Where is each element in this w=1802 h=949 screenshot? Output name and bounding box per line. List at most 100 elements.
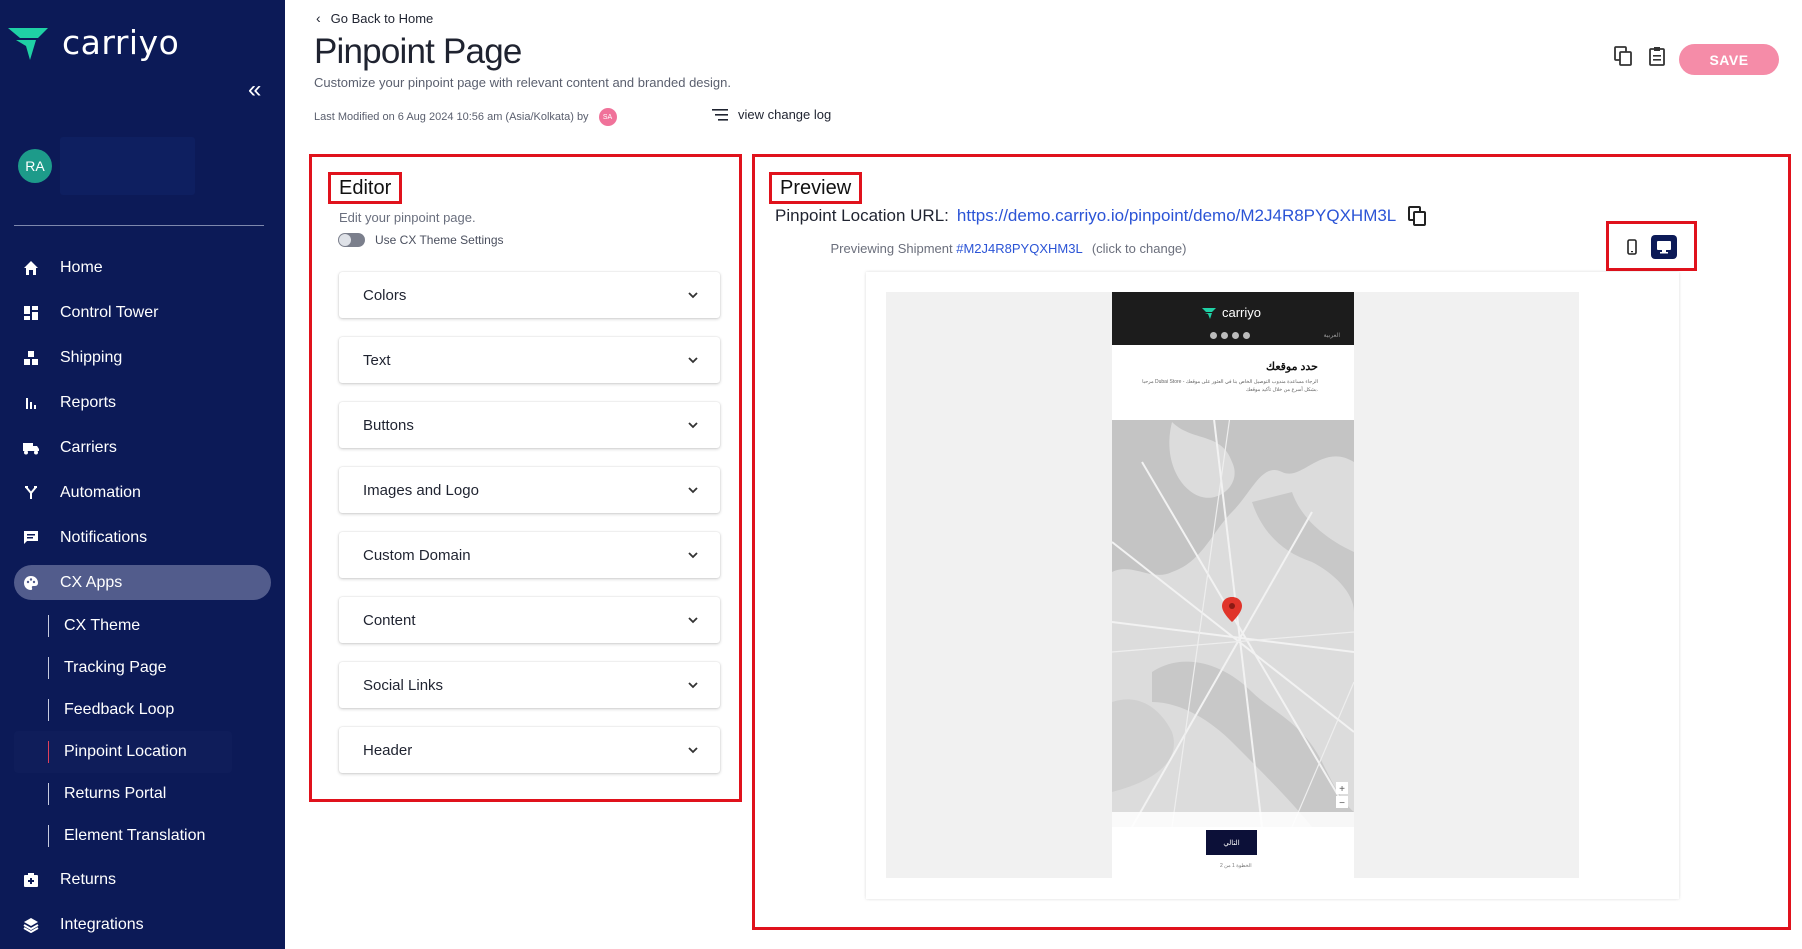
go-back-link[interactable]: ‹ Go Back to Home xyxy=(316,10,433,26)
preview-title: Preview xyxy=(769,172,863,204)
sidebar-subitem-label: Returns Portal xyxy=(64,785,167,802)
sidebar-item-returns[interactable]: Returns xyxy=(0,857,285,902)
user-name-placeholder xyxy=(60,137,195,195)
preview-viewport: carriyo العربية حدد موقعك مرحبا Dubai St… xyxy=(886,292,1579,878)
sidebar-item-control-tower[interactable]: Control Tower xyxy=(0,290,285,335)
desktop-view-button[interactable] xyxy=(1651,235,1677,259)
sidebar-subitem-feedback-loop[interactable]: Feedback Loop xyxy=(0,689,285,731)
sidebar-subitem-label: Tracking Page xyxy=(64,659,167,676)
chevron-left-icon: ‹ xyxy=(316,10,321,26)
accordion-images-and-logo[interactable]: Images and Logo xyxy=(339,467,720,513)
fork-icon xyxy=(22,484,40,502)
sidebar-item-label: CX Apps xyxy=(60,573,123,591)
sidebar-item-label: Integrations xyxy=(60,915,144,933)
accordion-label: Text xyxy=(363,351,391,369)
sidebar-subitem-label: Pinpoint Location xyxy=(64,743,187,760)
accordion-text[interactable]: Text xyxy=(339,337,720,383)
list-icon xyxy=(712,108,728,121)
shipment-id-link[interactable]: #M2J4R8PYQXHM3L xyxy=(956,241,1082,256)
save-button[interactable]: SAVE xyxy=(1679,44,1779,75)
accordion-buttons[interactable]: Buttons xyxy=(339,402,720,448)
accordion-label: Images and Logo xyxy=(363,481,479,499)
previewing-shipment: Previewing Shipment #M2J4R8PYQXHM3L (cli… xyxy=(0,241,1802,256)
chevron-down-icon xyxy=(686,678,700,692)
mobile-view-button[interactable] xyxy=(1619,235,1645,259)
sidebar-item-label: Returns xyxy=(60,870,117,888)
sidebar-nav: Home Control Tower Shipping Reports Carr… xyxy=(0,245,285,947)
collapse-sidebar-icon[interactable]: « xyxy=(248,76,261,104)
sidebar-item-reports[interactable]: Reports xyxy=(0,380,285,425)
page-subtitle: Customize your pinpoint page with releva… xyxy=(314,75,731,90)
carriyo-logo[interactable]: carriyo xyxy=(8,22,179,62)
sidebar-subitem-cx-theme[interactable]: CX Theme xyxy=(0,605,285,647)
chevron-down-icon xyxy=(686,548,700,562)
duplicate-icon[interactable] xyxy=(1614,46,1634,68)
mini-description: مرحبا Dubai Store - الرجاء مساعدة مندوب … xyxy=(1142,379,1318,393)
facebook-icon xyxy=(1232,332,1239,339)
view-change-log-label: view change log xyxy=(738,107,832,122)
last-modified: Last Modified on 6 Aug 2024 10:56 am (As… xyxy=(314,108,617,126)
sidebar-item-integrations[interactable]: Integrations xyxy=(0,902,285,947)
sidebar-subitem-tracking-page[interactable]: Tracking Page xyxy=(0,647,285,689)
last-modified-text: Last Modified on 6 Aug 2024 10:56 am (As… xyxy=(314,111,589,123)
desktop-monitor-icon xyxy=(1657,241,1671,254)
view-change-log-link[interactable]: view change log xyxy=(712,107,831,122)
chevron-down-icon xyxy=(686,418,700,432)
sidebar-item-label: Automation xyxy=(60,483,141,501)
chevron-down-icon xyxy=(686,483,700,497)
map-graphic: + − xyxy=(1112,402,1354,827)
clipboard-icon[interactable] xyxy=(1648,46,1668,68)
dashboard-icon xyxy=(22,304,40,322)
accordion-content[interactable]: Content xyxy=(339,597,720,643)
sidebar-subitem-returns-portal[interactable]: Returns Portal xyxy=(0,773,285,815)
mini-step-indicator: الخطوة 1 من 2 xyxy=(1220,863,1252,869)
sidebar-item-carriers[interactable]: Carriers xyxy=(0,425,285,470)
sidebar-item-label: Carriers xyxy=(60,438,117,456)
mini-pinpoint-page: carriyo العربية حدد موقعك مرحبا Dubai St… xyxy=(1112,292,1354,878)
palette-icon xyxy=(22,574,40,592)
layers-icon xyxy=(22,916,40,934)
page-title: Pinpoint Page xyxy=(314,32,522,71)
sidebar-item-shipping[interactable]: Shipping xyxy=(0,335,285,380)
mini-language-switch: العربية xyxy=(1323,333,1340,339)
sidebar-item-label: Reports xyxy=(60,393,117,411)
sidebar-subitem-element-translation[interactable]: Element Translation xyxy=(0,815,285,857)
chevron-down-icon xyxy=(686,353,700,367)
chat-icon xyxy=(22,529,40,547)
accordion-label: Content xyxy=(363,611,416,629)
accordion-colors[interactable]: Colors xyxy=(339,272,720,318)
shipment-change-hint: (click to change) xyxy=(1091,241,1187,256)
sidebar-item-cx-apps[interactable]: CX Apps xyxy=(14,565,271,600)
home-icon xyxy=(22,259,40,277)
carriyo-logo-icon xyxy=(8,28,48,60)
user-avatar: RA xyxy=(18,149,52,183)
sidebar-item-label: Control Tower xyxy=(60,303,159,321)
editor-title: Editor xyxy=(328,172,403,204)
sidebar-item-automation[interactable]: Automation xyxy=(0,470,285,515)
svg-text:+: + xyxy=(1339,784,1345,795)
sidebar-subitem-pinpoint-location[interactable]: Pinpoint Location xyxy=(14,731,232,773)
chevron-down-icon xyxy=(686,613,700,627)
go-back-label: Go Back to Home xyxy=(330,10,434,26)
header-actions xyxy=(1614,46,1668,68)
sidebar-divider xyxy=(14,225,264,226)
accordion-label: Custom Domain xyxy=(363,546,471,564)
accordion-label: Colors xyxy=(363,286,407,304)
mini-brand-name: carriyo xyxy=(1222,305,1262,320)
accordion-header[interactable]: Header xyxy=(339,727,720,773)
user-profile[interactable]: RA xyxy=(18,137,195,195)
accordion-social-links[interactable]: Social Links xyxy=(339,662,720,708)
instagram-icon xyxy=(1243,332,1250,339)
mini-logo-icon xyxy=(1202,307,1216,319)
brand-name: carriyo xyxy=(62,22,180,62)
accordion-custom-domain[interactable]: Custom Domain xyxy=(339,532,720,578)
pinpoint-url-row: Pinpoint Location URL: https://demo.carr… xyxy=(775,206,1427,226)
sidebar-item-notifications[interactable]: Notifications xyxy=(0,515,285,560)
boxes-icon xyxy=(22,349,40,367)
accordion-label: Buttons xyxy=(363,416,414,434)
sidebar-subitem-label: Element Translation xyxy=(64,827,206,844)
pinpoint-url-link[interactable]: https://demo.carriyo.io/pinpoint/demo/M2… xyxy=(957,206,1396,226)
sidebar-subitem-label: CX Theme xyxy=(64,617,141,634)
copy-icon[interactable] xyxy=(1408,206,1427,226)
mini-heading: حدد موقعك xyxy=(1266,361,1318,373)
